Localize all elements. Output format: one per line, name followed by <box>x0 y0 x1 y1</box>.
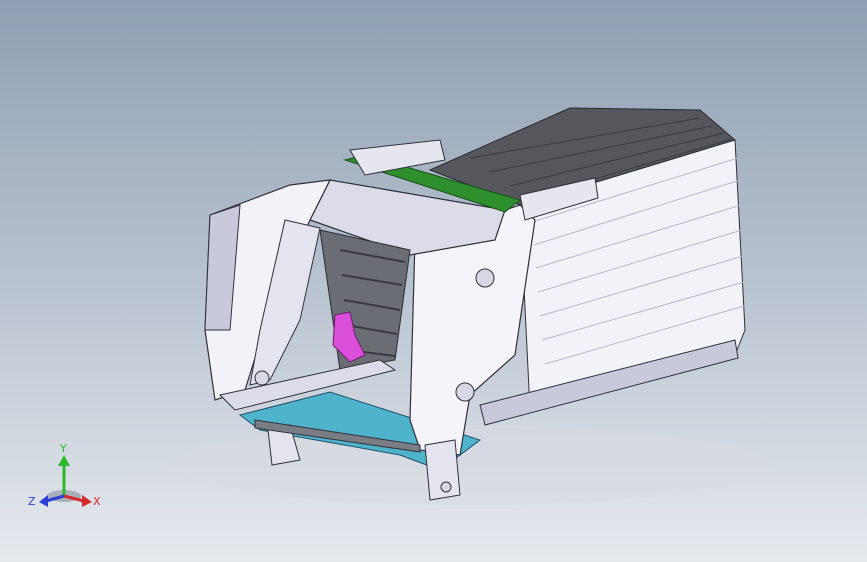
foot-bolt <box>440 481 452 493</box>
y-axis-label: Y <box>60 442 67 455</box>
axis-triad: Y X Z <box>26 440 110 518</box>
cad-viewport[interactable]: Y X Z <box>0 0 867 562</box>
z-axis-label: Z <box>28 495 36 508</box>
pivot-bolt <box>254 370 270 386</box>
z-axis-head <box>39 495 48 507</box>
x-axis-label: X <box>93 495 101 508</box>
model-3d-view[interactable] <box>0 0 867 562</box>
feed-chute <box>319 229 411 371</box>
y-axis-head <box>58 455 70 466</box>
x-axis-head <box>82 495 92 507</box>
bolt-lower <box>455 382 475 402</box>
bolt-upper <box>475 268 495 288</box>
